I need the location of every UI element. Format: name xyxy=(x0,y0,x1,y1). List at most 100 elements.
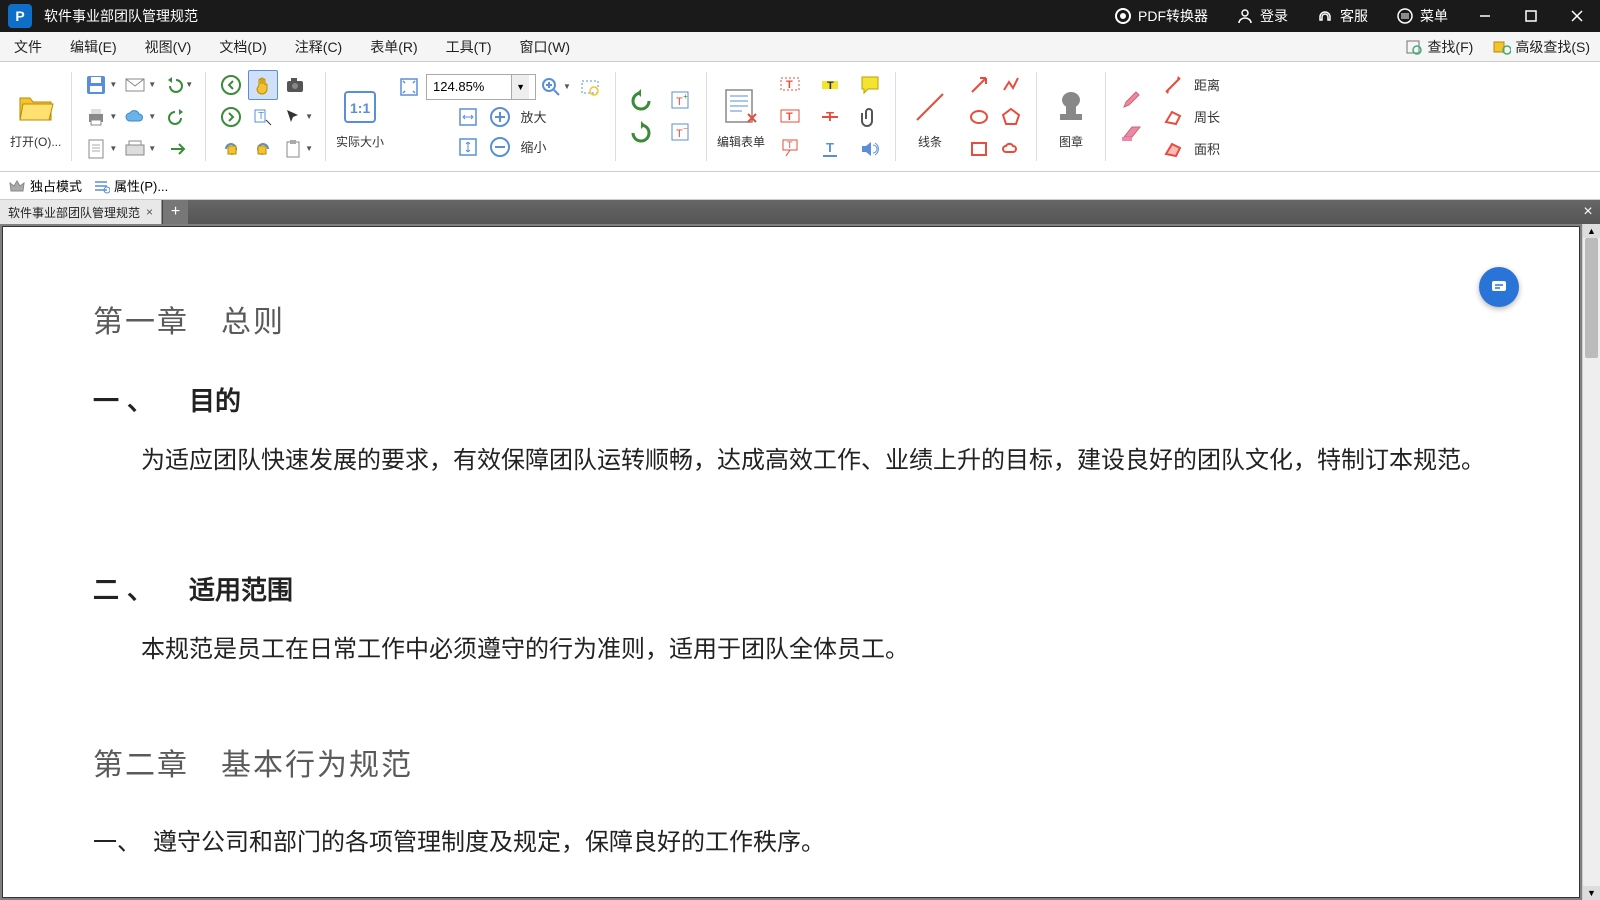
close-button[interactable] xyxy=(1554,0,1600,32)
undo-button[interactable]: ▼ xyxy=(160,70,195,100)
zoom-marquee-button[interactable]: ▼ xyxy=(538,72,573,102)
cloud-button[interactable]: ▼ xyxy=(121,102,158,132)
panel-close-button[interactable]: × xyxy=(1576,200,1600,224)
perimeter-button[interactable] xyxy=(1158,102,1188,132)
menu-form[interactable]: 表单(R) xyxy=(356,32,431,61)
scroll-up-button[interactable]: ▲ xyxy=(1583,224,1600,238)
rotate-ccw-button[interactable] xyxy=(216,134,246,164)
underline-button[interactable]: T xyxy=(815,134,845,164)
actual-size-label: 实际大小 xyxy=(336,133,384,150)
tab-close-button[interactable]: × xyxy=(146,205,153,219)
zoom-rect-button[interactable] xyxy=(575,72,605,102)
property-bar: 独占模式 属性(P)... xyxy=(0,172,1600,200)
fit-page-button[interactable] xyxy=(394,72,424,102)
save-button[interactable]: ▼ xyxy=(82,70,119,100)
menu-file[interactable]: 文件 xyxy=(0,32,56,61)
distance-button[interactable] xyxy=(1158,70,1188,100)
service-button[interactable]: 客服 xyxy=(1302,0,1382,32)
vertical-scrollbar[interactable]: ▲ ▼ xyxy=(1582,224,1600,900)
stamp-button[interactable] xyxy=(1047,83,1095,131)
paperclip-icon xyxy=(858,105,882,129)
area-button[interactable] xyxy=(1158,134,1188,164)
pdf-converter-button[interactable]: PDF转换器 xyxy=(1100,0,1222,32)
snapshot-button[interactable] xyxy=(280,70,310,100)
text-insert-button[interactable]: T+ xyxy=(666,86,696,116)
maximize-button[interactable] xyxy=(1508,0,1554,32)
eraser-button[interactable] xyxy=(1116,118,1148,148)
app-icon: P xyxy=(8,4,32,28)
typewriter-button[interactable]: T xyxy=(775,70,805,100)
callout-icon: T xyxy=(778,137,802,161)
email-button[interactable]: ▼ xyxy=(121,70,158,100)
pencil-button[interactable] xyxy=(1116,86,1148,116)
callout-button[interactable]: T xyxy=(775,134,805,164)
actual-size-button[interactable]: 1:1 xyxy=(336,83,384,131)
menu-annotate[interactable]: 注释(C) xyxy=(281,32,356,61)
rotate-cw-button[interactable] xyxy=(248,134,278,164)
exclusive-mode-button[interactable]: 独占模式 xyxy=(8,176,82,195)
zoom-input[interactable]: 124.85% ▼ xyxy=(426,74,536,100)
pentagon-icon xyxy=(1000,106,1022,128)
redo-arrow-button[interactable] xyxy=(160,134,195,164)
find-icon xyxy=(1405,38,1423,56)
scroll-down-button[interactable]: ▼ xyxy=(1583,886,1600,900)
edit-form-button[interactable] xyxy=(717,83,765,131)
text-select-button[interactable]: T xyxy=(248,102,278,132)
group-open: 打开(O)... xyxy=(6,66,65,167)
open-button[interactable] xyxy=(12,83,60,131)
rectangle-button[interactable] xyxy=(964,134,994,164)
properties-button[interactable]: 属性(P)... xyxy=(92,176,168,195)
cloud-shape-button[interactable] xyxy=(996,134,1026,164)
arrow-tool-button[interactable] xyxy=(964,70,994,100)
rotate-right-button[interactable] xyxy=(626,118,656,148)
close-icon xyxy=(1571,10,1583,22)
menu-tools[interactable]: 工具(T) xyxy=(432,32,506,61)
textbox-button[interactable]: T xyxy=(775,102,805,132)
attach-button[interactable] xyxy=(855,102,885,132)
zoom-out-button[interactable] xyxy=(485,132,515,162)
adv-find-label: 高级查找(S) xyxy=(1515,37,1590,57)
find-button[interactable]: 查找(F) xyxy=(1395,37,1483,57)
menu-document[interactable]: 文档(D) xyxy=(205,32,280,61)
document-tab[interactable]: 软件事业部团队管理规范 × xyxy=(0,200,162,224)
print-button[interactable]: ▼ xyxy=(82,102,119,132)
adv-find-button[interactable]: 高级查找(S) xyxy=(1483,37,1600,57)
area-icon xyxy=(1162,138,1184,160)
page-viewport[interactable]: 第一章 总则 一、目的 为适应团队快速发展的要求，有效保障团队运转顺畅，达成高效… xyxy=(2,226,1580,898)
undo-icon xyxy=(162,74,184,96)
polyline-button[interactable] xyxy=(996,70,1026,100)
strikeout-button[interactable]: T xyxy=(815,102,845,132)
ellipse-button[interactable] xyxy=(964,102,994,132)
clipboard-button[interactable]: ▼ xyxy=(280,134,315,164)
menu-button[interactable]: 菜单 xyxy=(1382,0,1462,32)
new-doc-button[interactable]: ▼ xyxy=(82,134,119,164)
menu-window[interactable]: 窗口(W) xyxy=(506,32,585,61)
pentagon-button[interactable] xyxy=(996,102,1026,132)
select-button[interactable]: ▼ xyxy=(280,102,315,132)
note-button[interactable] xyxy=(855,70,885,100)
rectangle-icon xyxy=(968,138,990,160)
hand-tool-button[interactable] xyxy=(248,70,278,100)
zoom-in-button[interactable] xyxy=(485,102,515,132)
zoom-dropdown[interactable]: ▼ xyxy=(511,75,529,99)
fit-width-button[interactable] xyxy=(453,102,483,132)
rotate-left-button[interactable] xyxy=(626,86,656,116)
new-tab-button[interactable]: + xyxy=(162,200,188,224)
redo-button[interactable] xyxy=(160,102,195,132)
back-button[interactable] xyxy=(216,70,246,100)
minimize-button[interactable] xyxy=(1462,0,1508,32)
forward-nav-button[interactable] xyxy=(216,102,246,132)
speaker-icon xyxy=(858,137,882,161)
scan-button[interactable]: ▼ xyxy=(121,134,158,164)
login-button[interactable]: 登录 xyxy=(1222,0,1302,32)
line-tool-button[interactable] xyxy=(906,83,954,131)
menu-view[interactable]: 视图(V) xyxy=(131,32,206,61)
group-edit-form: 编辑表单 xyxy=(713,66,769,167)
highlight-button[interactable]: T xyxy=(815,70,845,100)
fit-height-button[interactable] xyxy=(453,132,483,162)
menu-edit[interactable]: 编辑(E) xyxy=(56,32,131,61)
assistant-badge[interactable] xyxy=(1479,267,1519,307)
text-delete-button[interactable]: T− xyxy=(666,118,696,148)
sound-button[interactable] xyxy=(855,134,885,164)
scroll-thumb[interactable] xyxy=(1585,238,1598,358)
